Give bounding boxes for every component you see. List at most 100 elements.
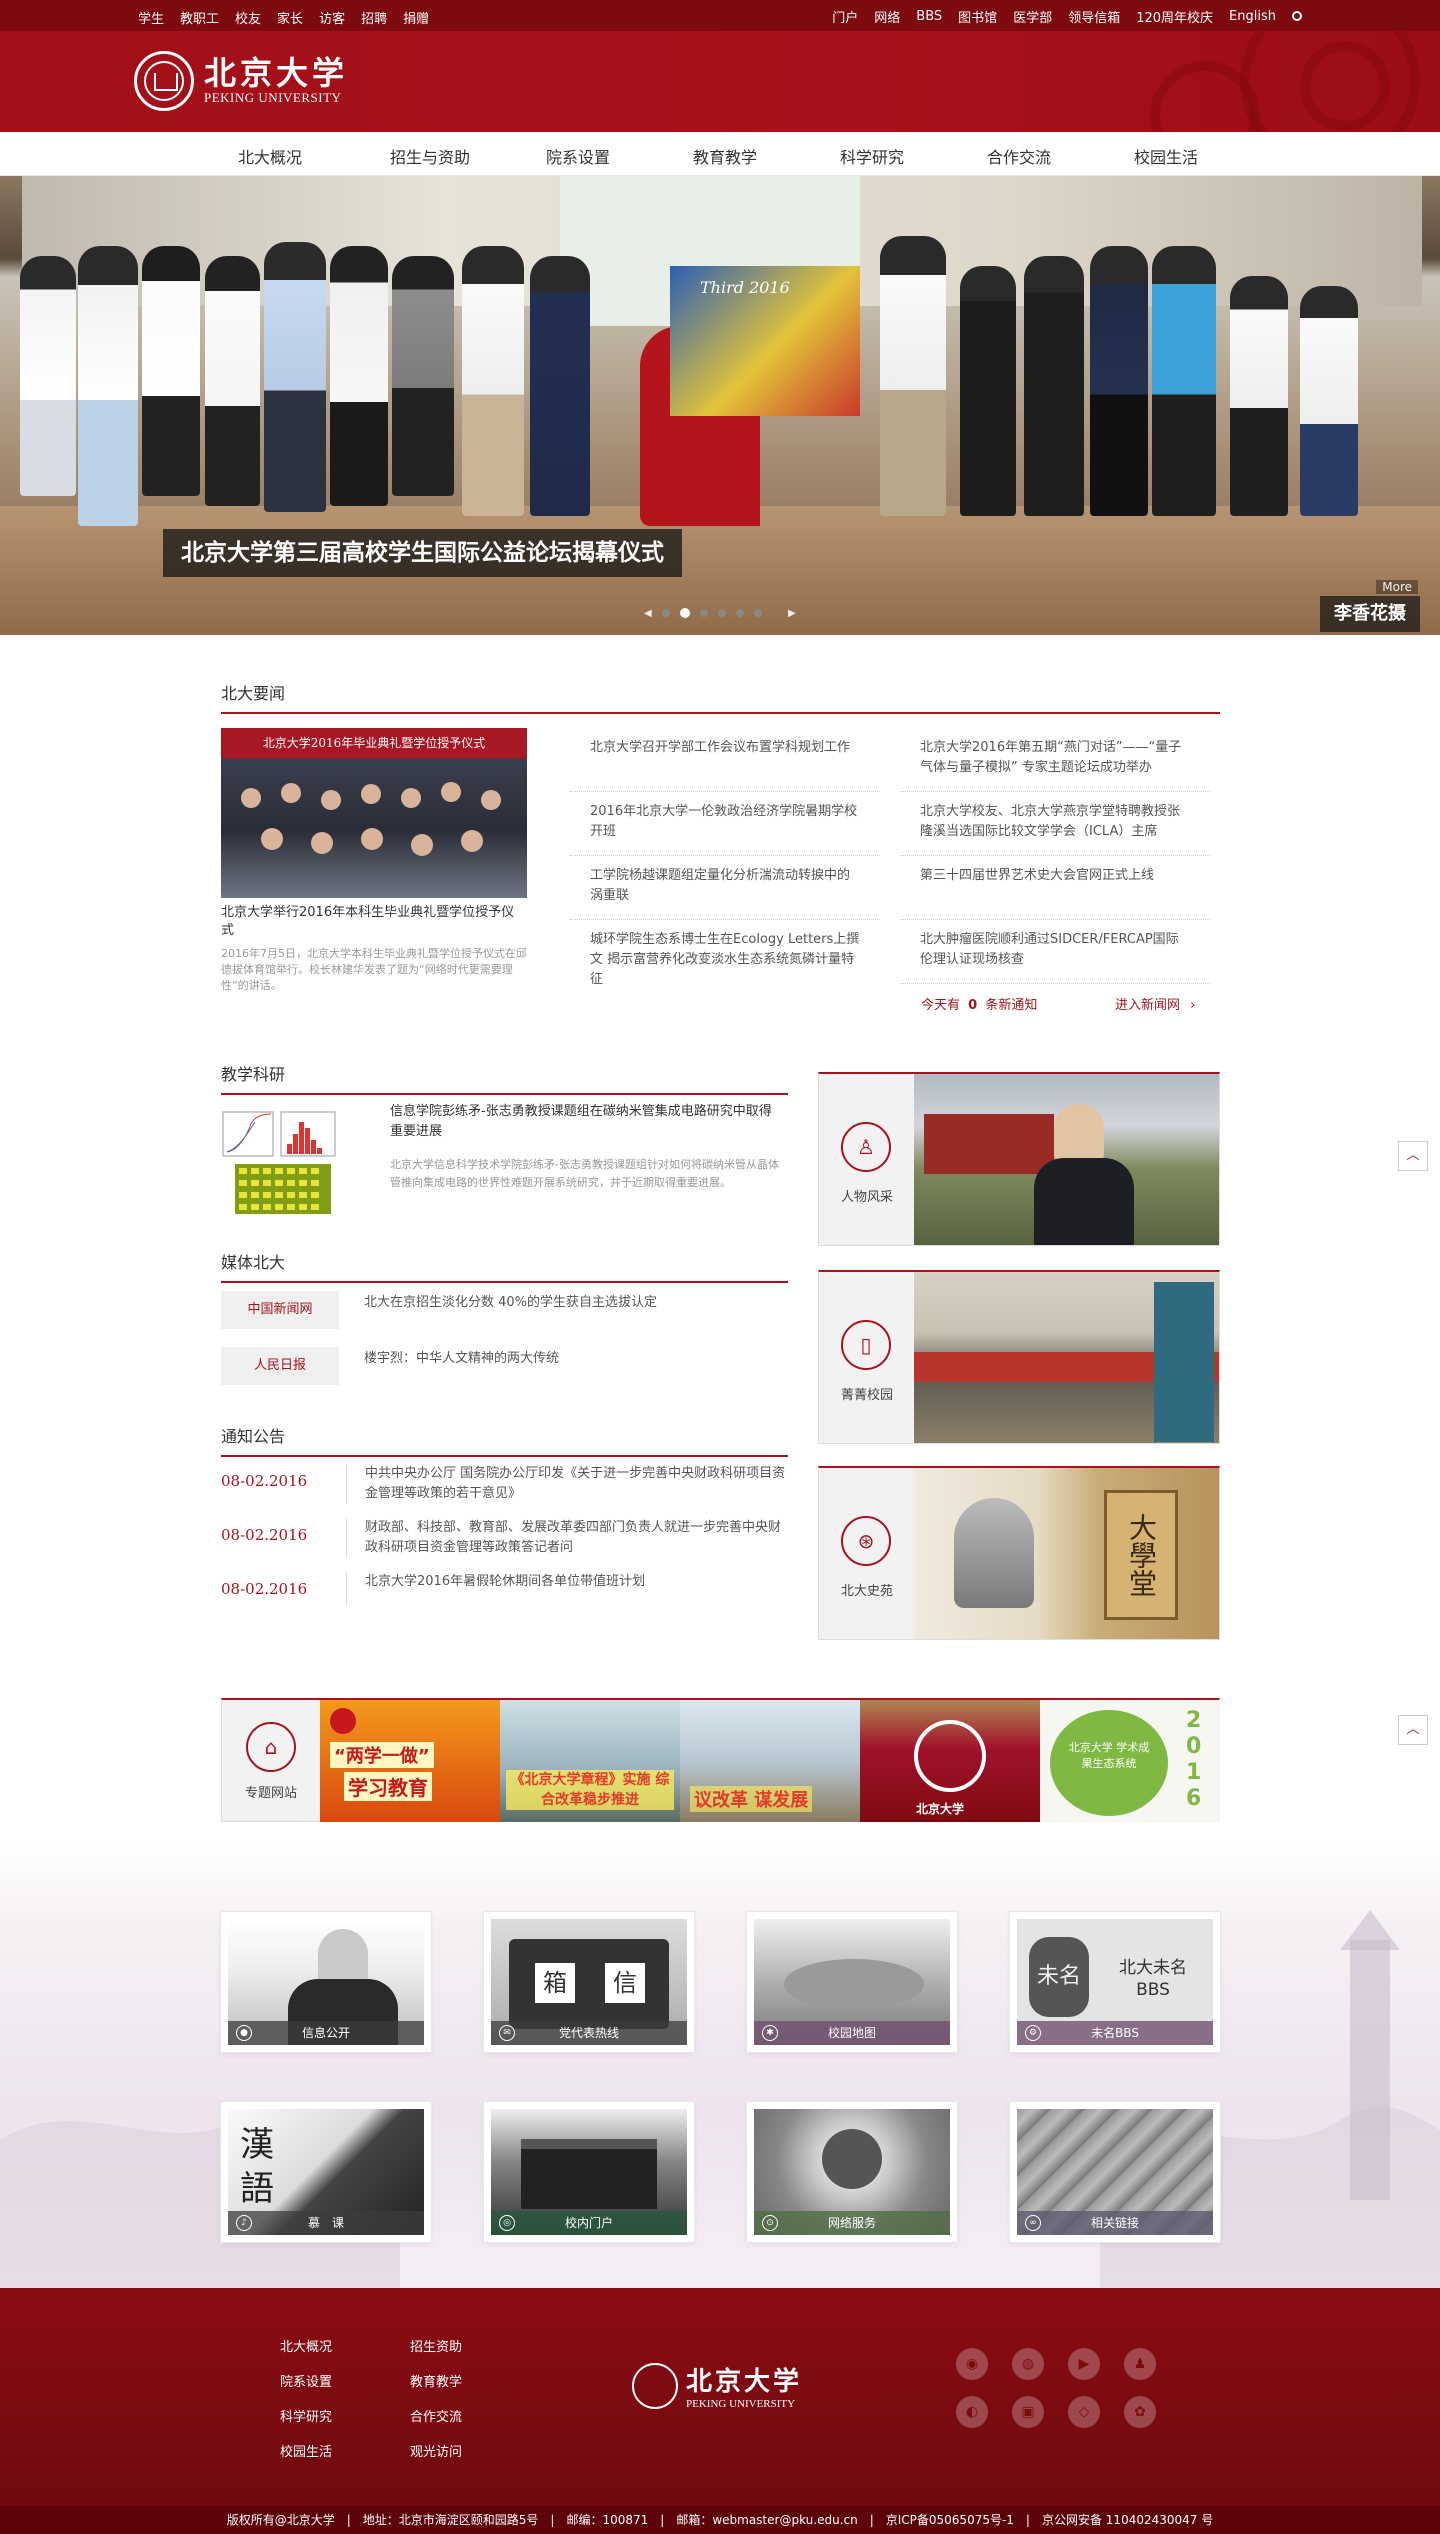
nav-item-cooperation[interactable]: 合作交流: [987, 144, 1134, 168]
link-english[interactable]: English: [1229, 9, 1276, 24]
banner-dot[interactable]: [736, 609, 744, 617]
nav-item-research[interactable]: 科学研究: [840, 144, 987, 168]
news-item[interactable]: 2016年北京大学一伦敦政治经济学院暑期学校开班: [570, 792, 880, 856]
media-item-text[interactable]: 楼宇烈：中华人文精神的两大传统: [364, 1347, 559, 1366]
banner-next-arrow[interactable]: ▶: [788, 608, 796, 619]
teaching-figure[interactable]: [221, 1110, 339, 1218]
renren-icon[interactable]: ◐: [956, 2396, 988, 2428]
link-mailbox[interactable]: 领导信箱: [1068, 7, 1120, 26]
tile-related-links[interactable]: ∞ 相关链接: [1010, 2102, 1220, 2242]
nav-item-education[interactable]: 教育教学: [693, 144, 840, 168]
footer-link[interactable]: 院系设置: [280, 2371, 410, 2390]
tile-network-service[interactable]: ⊙ 网络服务: [747, 2102, 957, 2242]
tile-bar: ⚙ 未名BBS: [1017, 2021, 1213, 2045]
special-banner-1[interactable]: “两学一做” 学习教育: [320, 1700, 500, 1822]
footer-link[interactable]: 招生资助: [410, 2336, 540, 2355]
youku-icon[interactable]: ▶: [1068, 2348, 1100, 2380]
link-anniversary[interactable]: 120周年校庆: [1136, 7, 1213, 26]
enter-news-link[interactable]: 进入新闻网 ›: [1115, 994, 1195, 1013]
banner-dot[interactable]: [700, 609, 708, 617]
banner-prev-arrow[interactable]: ◀: [644, 608, 652, 619]
special-banner-2[interactable]: 《北京大学章程》实施 综合改革稳步推进: [500, 1700, 680, 1822]
banner-person: [1230, 276, 1288, 516]
media-source-tag[interactable]: 中国新闻网: [221, 1291, 339, 1329]
sidecard-campus[interactable]: ▯ 菁菁校园: [818, 1270, 1220, 1444]
footer-link[interactable]: 北大概况: [280, 2336, 410, 2355]
news-item[interactable]: 工学院杨越课题组定量化分析湍流动转捩中的涡重联: [570, 856, 880, 920]
special-banner-5[interactable]: 北京大学 学术成果生态系统 2016: [1040, 1700, 1220, 1822]
link-donate[interactable]: 捐赠: [403, 8, 429, 27]
nav-item-campus-life[interactable]: 校园生活: [1134, 144, 1234, 168]
notice-item[interactable]: 财政部、科技部、教育部、发展改革委四部门负责人就进一步完善中央财政科研项目资金管…: [346, 1518, 788, 1558]
banner-caption[interactable]: 北京大学第三届高校学生国际公益论坛揭幕仪式: [163, 529, 682, 577]
banner-dot[interactable]: [718, 609, 726, 617]
link-parents[interactable]: 家长: [277, 8, 303, 27]
link-students[interactable]: 学生: [138, 8, 164, 27]
tile-party-hotline[interactable]: 箱 信 ✉ 党代表热线: [484, 1912, 694, 2052]
link-faculty[interactable]: 教职工: [180, 8, 219, 27]
news-feature-image[interactable]: 北京大学2016年毕业典礼暨学位授予仪式: [221, 728, 527, 898]
link-medical[interactable]: 医学部: [1013, 7, 1052, 26]
footer-link[interactable]: 观光访问: [410, 2441, 540, 2460]
special-banner-3[interactable]: 议改革 谋发展: [680, 1700, 860, 1822]
globe-icon: ◎: [499, 2215, 515, 2231]
footer-link[interactable]: 教育教学: [410, 2371, 540, 2390]
special-banner-4[interactable]: 北京大学: [860, 1700, 1040, 1822]
search-icon[interactable]: [1292, 10, 1302, 21]
link-jobs[interactable]: 招聘: [361, 8, 387, 27]
tile-portal[interactable]: ◎ 校内门户: [484, 2102, 694, 2242]
today-notice-count[interactable]: 今天有 0 条新通知: [921, 994, 1037, 1013]
sidecard-people[interactable]: ♙ 人物风采: [818, 1072, 1220, 1246]
news-feature-title[interactable]: 北京大学举行2016年本科生毕业典礼暨学位授予仪式: [221, 904, 527, 940]
teaching-headline[interactable]: 信息学院彭练矛-张志勇教授课题组在碳纳米管集成电路研究中取得重要进展: [390, 1102, 780, 1142]
footer-logo[interactable]: 北京大学 PEKING UNIVERSITY: [632, 2361, 802, 2410]
notice-item[interactable]: 北京大学2016年暑假轮休期间各单位带值班计划: [346, 1572, 788, 1606]
link-network[interactable]: 网络: [874, 7, 900, 26]
ink-landscape: [0, 1910, 1440, 2290]
news-item[interactable]: 第三十四届世界艺术史大会官网正式上线: [900, 856, 1210, 920]
link-icon: ∞: [1025, 2215, 1041, 2231]
nav-item-admissions[interactable]: 招生与资助: [390, 144, 546, 168]
link-library[interactable]: 图书馆: [958, 7, 997, 26]
weibo-icon[interactable]: ◉: [956, 2348, 988, 2380]
news-item[interactable]: 北大肿瘤医院顺利通过SIDCER/FERCAP国际伦理认证现场核查: [900, 920, 1210, 984]
link-visitors[interactable]: 访客: [319, 8, 345, 27]
nav-item-about[interactable]: 北大概况: [238, 144, 390, 168]
nav-item-departments[interactable]: 院系设置: [546, 144, 693, 168]
tile-campus-map[interactable]: ✱ 校园地图: [747, 1912, 957, 2052]
footer-link[interactable]: 校园生活: [280, 2441, 410, 2460]
notice-item[interactable]: 中共中央办公厅 国务院办公厅印发《关于进一步完善中央财政科研项目资金管理等政策的…: [346, 1464, 788, 1504]
news-feature-desc: 2016年7月5日，北京大学本科生毕业典礼暨学位授予仪式在邱德拔体育馆举行。校长…: [221, 947, 527, 992]
hero-banner[interactable]: Third 2016 北京大学第三届高校学生国际公益论坛揭幕仪式 More 李香…: [0, 176, 1440, 635]
news-item[interactable]: 北京大学2016年第五期“燕门对话”——“量子气体与量子模拟” 专家主题论坛成功…: [900, 728, 1210, 792]
site-logo[interactable]: 北京大学 PEKING UNIVERSITY: [134, 51, 348, 111]
bell-icon: ♪: [236, 2215, 252, 2231]
footer-link[interactable]: 科学研究: [280, 2406, 410, 2425]
douban-icon[interactable]: ▣: [1012, 2396, 1044, 2428]
banner-dot-active[interactable]: [680, 608, 690, 618]
scroll-top-button[interactable]: ︿: [1398, 1715, 1428, 1745]
sidecard-history[interactable]: ⊛ 北大史苑 大學堂: [818, 1466, 1220, 1640]
news-item[interactable]: 北京大学校友、北京大学燕京学堂特聘教授张隆溪当选国际比较文学学会（ICLA）主席: [900, 792, 1210, 856]
news-item[interactable]: 城环学院生态系博士生在Ecology Letters上撰文 揭示富营养化改变淡水…: [570, 920, 880, 984]
tile-info-public[interactable]: ● 信息公开: [221, 1912, 431, 2052]
netease-icon[interactable]: ◇: [1068, 2396, 1100, 2428]
news-item[interactable]: 北京大学召开学部工作会议布置学科规划工作: [570, 728, 880, 792]
link-bbs[interactable]: BBS: [916, 9, 942, 24]
link-portal[interactable]: 门户: [832, 7, 858, 26]
tile-mooc[interactable]: 漢 語 ♪ 慕 课: [221, 2102, 431, 2242]
tile-bar: ● 信息公开: [228, 2021, 424, 2045]
wechat-icon[interactable]: ◍: [1012, 2348, 1044, 2380]
teaching-desc: 北京大学信息科学技术学院彭练矛-张志勇教授课题组针对如何将碳纳米管从晶体管推向集…: [390, 1158, 779, 1189]
footer-link[interactable]: 合作交流: [410, 2406, 540, 2425]
banner-dot[interactable]: [754, 609, 762, 617]
scroll-top-button[interactable]: ︿: [1398, 1141, 1428, 1171]
qq-icon[interactable]: ♟: [1124, 2348, 1156, 2380]
link-alumni[interactable]: 校友: [235, 8, 261, 27]
media-item-text[interactable]: 北大在京招生淡化分数 40%的学生获自主选拔认定: [364, 1291, 657, 1310]
huaban-icon[interactable]: ✿: [1124, 2396, 1156, 2428]
media-source-tag[interactable]: 人民日报: [221, 1347, 339, 1385]
banner-dot[interactable]: [662, 609, 670, 617]
tile-bbs[interactable]: 未名 北大未名 BBS ⚙ 未名BBS: [1010, 1912, 1220, 2052]
banner-more-link[interactable]: More: [1376, 580, 1418, 594]
